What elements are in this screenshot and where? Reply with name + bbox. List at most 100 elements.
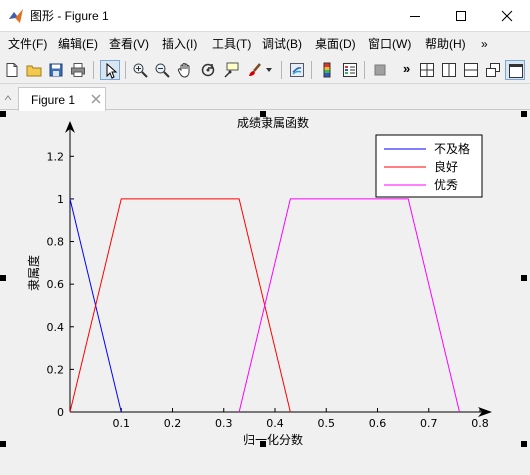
brush-icon — [249, 63, 261, 76]
menu-overflow[interactable]: » — [481, 37, 488, 51]
open-folder-icon — [26, 65, 42, 77]
minimize-icon — [410, 16, 420, 17]
tile-layout-button[interactable] — [417, 60, 437, 80]
left-right-layout-button[interactable] — [439, 60, 459, 80]
x-tick-label: 0.1 — [113, 417, 131, 430]
close-button[interactable] — [484, 0, 530, 32]
menu-file[interactable]: 文件(F) — [8, 37, 47, 51]
tab-label: Figure 1 — [31, 93, 76, 107]
brush-button[interactable] — [244, 60, 264, 80]
maximize-button[interactable] — [438, 0, 484, 32]
y-tick-label: 0 — [57, 406, 64, 419]
toolbar-separator — [125, 61, 126, 79]
selection-handle — [0, 275, 6, 281]
x-axis-label: 归一化分数 — [243, 432, 303, 447]
hide-plot-tools-button[interactable] — [370, 60, 390, 80]
menu-bar: 文件(F) 编辑(E) 查看(V) 插入(I) 工具(T) 调试(B) 桌面(D… — [0, 33, 530, 55]
menu-help[interactable]: 帮助(H) — [425, 37, 466, 51]
x-tick-label: 0.2 — [164, 417, 182, 430]
matlab-icon — [9, 9, 23, 23]
menu-view[interactable]: 查看(V) — [109, 37, 149, 51]
window-title: 图形 - Figure 1 — [30, 9, 109, 23]
chart-title: 成绩隶属函数 — [237, 115, 309, 130]
x-tick-label: 0.6 — [369, 417, 387, 430]
brush-dropdown[interactable] — [264, 60, 276, 80]
split-horizontal-icon — [464, 63, 478, 77]
window-titlebar: 图形 - Figure 1 — [0, 0, 530, 32]
menu-insert[interactable]: 插入(I) — [162, 37, 197, 51]
y-tick-label: 0.6 — [47, 278, 65, 291]
legend-entry: 优秀 — [434, 178, 458, 192]
float-window-icon — [486, 63, 500, 77]
menu-tools[interactable]: 工具(T) — [212, 37, 251, 51]
print-icon — [71, 63, 85, 77]
zoom-out-button[interactable] — [152, 60, 172, 80]
print-button[interactable] — [68, 60, 88, 80]
close-icon — [501, 10, 513, 22]
x-tick-label: 0.4 — [266, 417, 284, 430]
legend-button[interactable] — [340, 60, 360, 80]
arrow-pointer-icon — [106, 63, 118, 79]
dropdown-arrow-icon — [266, 68, 272, 72]
tab-figure-1[interactable]: Figure 1 — [18, 87, 106, 111]
open-file-button[interactable] — [24, 60, 44, 80]
menu-desktop[interactable]: 桌面(D) — [315, 37, 356, 51]
top-bottom-layout-button[interactable] — [461, 60, 481, 80]
selection-handle — [0, 111, 6, 117]
maximize-layout-icon — [509, 64, 523, 78]
zoom-out-icon — [155, 63, 170, 78]
y-tick-label: 0.2 — [47, 363, 65, 376]
edit-plot-button[interactable] — [100, 60, 120, 80]
split-vertical-icon — [442, 63, 456, 77]
x-tick-label: 0.7 — [420, 417, 438, 430]
menu-debug[interactable]: 调试(B) — [262, 37, 302, 51]
legend-entry: 不及格 — [434, 141, 470, 156]
toolbar-separator — [281, 61, 282, 79]
data-cursor-button[interactable] — [221, 60, 241, 80]
plot-area: 成绩隶属函数 隶属度 归一化分数 0.1 0.2 0.3 0.4 0.5 0.6 0.7 0.… — [0, 111, 530, 447]
y-tick-label: 1 — [57, 193, 64, 206]
minimize-button[interactable] — [392, 0, 438, 32]
rotate-3d-icon — [201, 63, 215, 77]
float-layout-button[interactable] — [483, 60, 503, 80]
link-plot-icon — [290, 63, 304, 77]
menu-window[interactable]: 窗口(W) — [368, 37, 411, 51]
hand-icon — [177, 63, 190, 78]
selection-handle — [521, 111, 527, 117]
tab-close-icon[interactable] — [91, 94, 101, 104]
new-document-icon — [6, 63, 18, 77]
figure-canvas: 成绩隶属函数 隶属度 归一化分数 0.1 0.2 0.3 0.4 0.5 0.6 0.7 0.… — [0, 111, 530, 447]
toolbar-overflow-button[interactable]: » — [398, 60, 418, 80]
new-figure-button[interactable] — [2, 60, 22, 80]
tab-list-icon[interactable] — [4, 94, 12, 102]
legend-icon — [343, 63, 357, 77]
x-tick-label: 0.5 — [318, 417, 336, 430]
figure-tabstrip: Figure 1 — [0, 84, 530, 111]
y-tick-label: 0.8 — [47, 236, 65, 249]
menu-edit[interactable]: 编辑(E) — [58, 37, 98, 51]
y-tick-label: 1.2 — [47, 150, 65, 163]
maximize-layout-button[interactable] — [505, 60, 525, 80]
colorbar-button[interactable] — [317, 60, 337, 80]
pan-button[interactable] — [175, 60, 195, 80]
toolbar-separator — [93, 61, 94, 79]
legend-entry: 良好 — [434, 159, 458, 174]
legend[interactable]: 不及格良好优秀 — [375, 134, 483, 198]
selection-handle — [521, 275, 527, 281]
figure-toolbar: » — [0, 56, 530, 84]
toolbar-separator — [364, 61, 365, 79]
save-icon — [49, 63, 63, 77]
save-button[interactable] — [46, 60, 66, 80]
toolbar-separator — [311, 61, 312, 79]
rotate-3d-button[interactable] — [198, 60, 218, 80]
zoom-in-button[interactable] — [130, 60, 150, 80]
x-tick-label: 0.8 — [471, 417, 489, 430]
data-cursor-icon — [224, 62, 239, 78]
x-tick-label: 0.3 — [215, 417, 233, 430]
colorbar-icon — [323, 62, 331, 78]
link-plot-button[interactable] — [287, 60, 307, 80]
maximize-icon — [456, 11, 466, 21]
y-tick-label: 0.4 — [47, 321, 65, 334]
y-axis-label: 隶属度 — [26, 255, 41, 291]
tile-grid-icon — [420, 63, 434, 77]
